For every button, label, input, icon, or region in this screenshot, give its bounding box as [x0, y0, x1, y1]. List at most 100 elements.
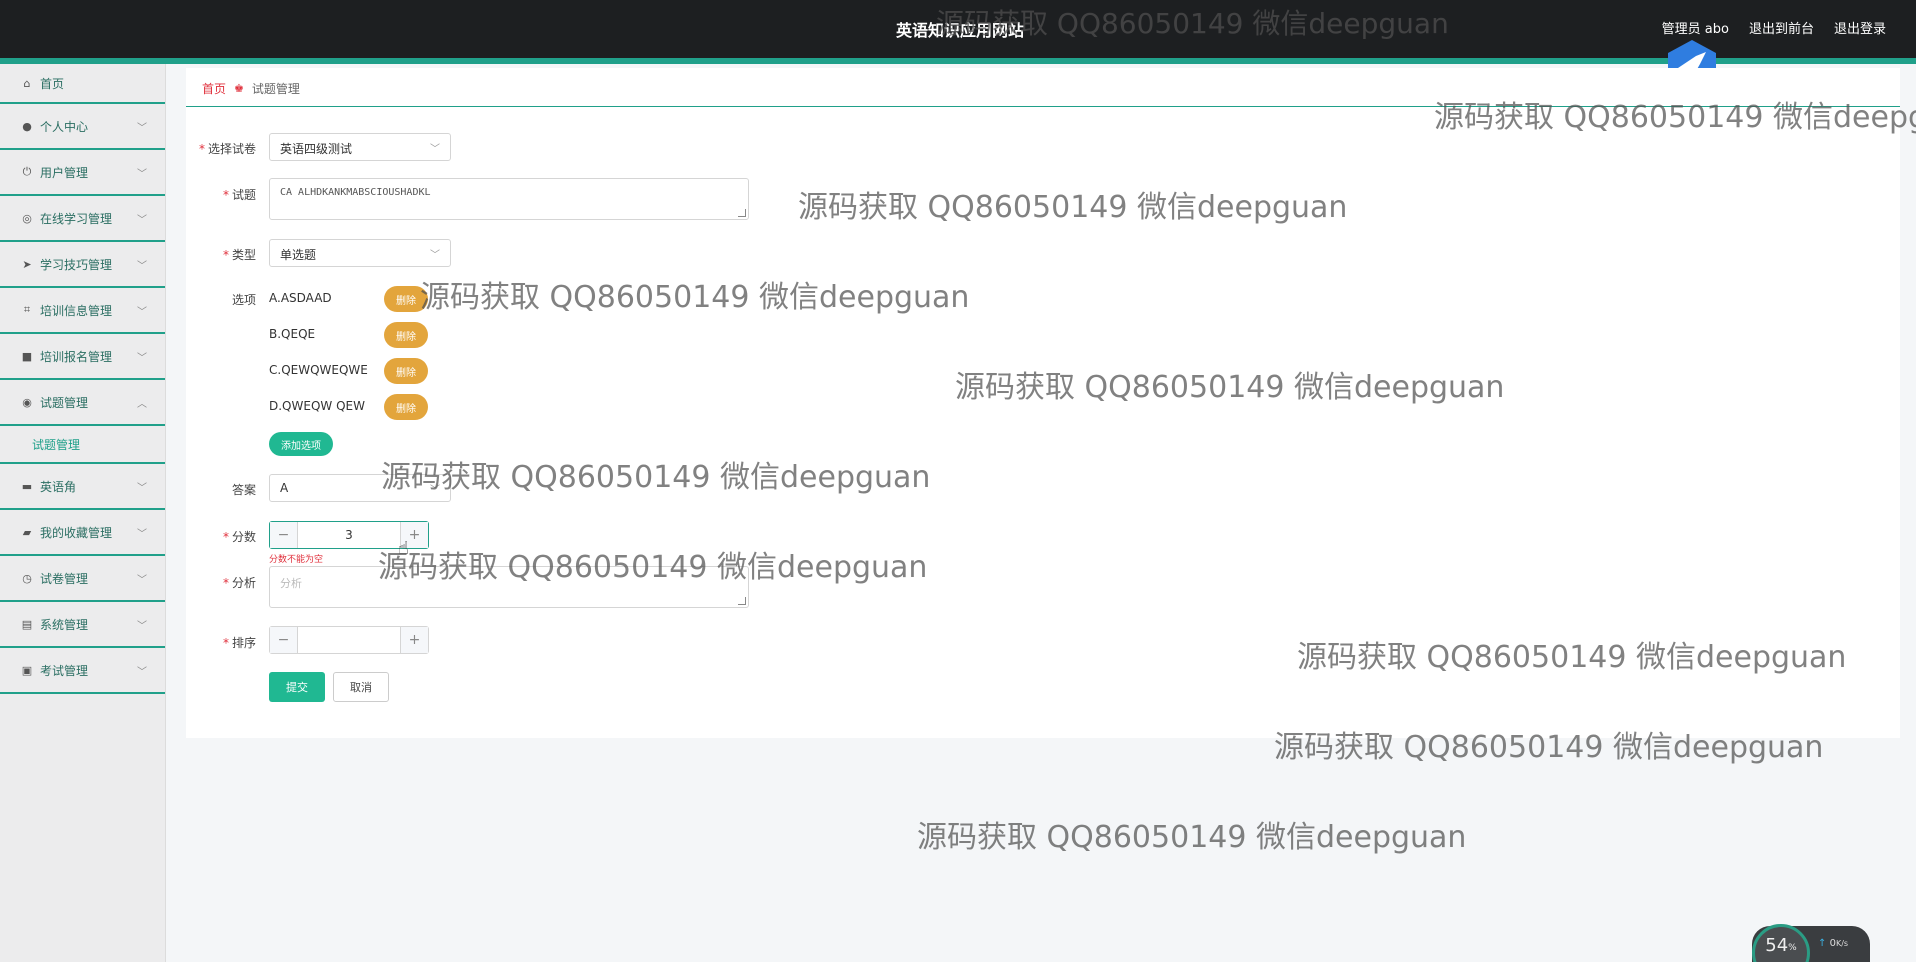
clipboard-icon: ▤	[21, 617, 33, 631]
delete-option-d-button[interactable]: 删除	[384, 394, 428, 420]
delete-option-a-button[interactable]: 删除	[384, 286, 428, 312]
sidebar-item-label: 培训信息管理	[40, 303, 113, 318]
bookmark-icon: ▰	[22, 525, 32, 539]
cancel-button[interactable]: 取消	[333, 672, 389, 702]
briefcase-icon: ▬	[21, 479, 33, 493]
sidebar-item-question-management[interactable]: ◉ 试题管理 ︿	[0, 380, 165, 426]
breadcrumb: 首页 ♚ 试题管理	[202, 80, 300, 97]
chevron-down-icon: ﹀	[137, 169, 147, 180]
sidebar-item-label: 培训报名管理	[40, 349, 113, 364]
clock-icon: ◷	[22, 571, 32, 585]
crop-icon: ⌗	[23, 303, 31, 316]
question-textarea[interactable]: CA ALHDKANKMABSCIOUSHADKL	[269, 178, 749, 220]
option-text-c: C.QEWQWEQWE	[269, 363, 368, 377]
option-text-a: A.ASDAAD	[269, 291, 332, 305]
sidebar-item-training-info[interactable]: ⌗ 培训信息管理 ﹀	[0, 288, 165, 334]
breadcrumb-divider	[186, 106, 1900, 107]
sidebar-item-favorites[interactable]: ▰ 我的收藏管理 ﹀	[0, 510, 165, 556]
delete-option-b-button[interactable]: 删除	[384, 322, 428, 348]
analysis-textarea[interactable]: 分析	[269, 566, 749, 608]
chevron-down-icon: ﹀	[137, 123, 147, 134]
order-stepper: − +	[269, 626, 429, 654]
compass-icon: ◎	[22, 211, 32, 225]
sidebar: ⌂ 首页 ● 个人中心 ﹀ ⏻ 用户管理 ﹀ ◎ 在线学习管理 ﹀ ➤ 学习技巧…	[0, 64, 166, 962]
chevron-up-icon: ︿	[137, 399, 147, 410]
hand-cursor-icon: ☝	[398, 538, 409, 559]
sidebar-subitem-question-management[interactable]: 试题管理	[0, 426, 165, 464]
exit-to-front-link[interactable]: 退出到前台	[1749, 18, 1814, 37]
score-field-label: * 分数	[222, 530, 256, 544]
breadcrumb-separator-icon: ♚	[234, 82, 244, 95]
sidebar-item-learning-tips[interactable]: ➤ 学习技巧管理 ﹀	[0, 242, 165, 288]
options-field-label: 选项	[231, 293, 256, 307]
option-text-b: B.QEQE	[269, 327, 316, 341]
sidebar-item-label: 考试管理	[40, 663, 89, 678]
score-error-message: 分数不能为空	[269, 555, 324, 565]
chevron-down-icon: ﹀	[137, 307, 147, 318]
sidebar-item-label: 在线学习管理	[40, 211, 113, 226]
sidebar-item-home[interactable]: ⌂ 首页	[0, 64, 165, 104]
chevron-down-icon: ﹀	[137, 353, 147, 364]
chevron-down-icon: ﹀	[430, 485, 440, 496]
sidebar-item-exam-management[interactable]: ▣ 考试管理 ﹀	[0, 648, 165, 694]
sidebar-item-system-management[interactable]: ▤ 系统管理 ﹀	[0, 602, 165, 648]
sidebar-item-label: 首页	[40, 76, 65, 91]
answer-select[interactable]: A ﹀	[269, 474, 451, 502]
order-field-label: * 排序	[222, 636, 256, 650]
main-panel: 首页 ♚ 试题管理 * 选择试卷 英语四级测试 ﹀ * 试题 CA ALHDKANK…	[186, 68, 1900, 738]
sidebar-item-online-learning[interactable]: ◎ 在线学习管理 ﹀	[0, 196, 165, 242]
resize-handle-icon[interactable]	[738, 597, 746, 605]
chevron-down-icon: ﹀	[430, 250, 440, 261]
chevron-down-icon: ﹀	[430, 144, 440, 155]
sidebar-item-label: 试卷管理	[40, 571, 89, 586]
site-title: 英语知识应用网站	[896, 21, 1025, 40]
chevron-down-icon: ﹀	[137, 261, 147, 272]
logout-link[interactable]: 退出登录	[1834, 18, 1886, 37]
sidebar-item-label: 个人中心	[40, 119, 89, 134]
paper-select[interactable]: 英语四级测试 ﹀	[269, 133, 451, 161]
score-decrement-button[interactable]: −	[270, 522, 298, 548]
top-bar: 英语知识应用网站 管理员 abo 退出到前台 退出登录	[0, 0, 1916, 58]
sidebar-item-user-management[interactable]: ⏻ 用户管理 ﹀	[0, 150, 165, 196]
score-input[interactable]: 3	[298, 522, 400, 548]
delete-option-c-button[interactable]: 删除	[384, 358, 428, 384]
upload-arrow-icon: ↑	[1818, 938, 1827, 949]
chevron-down-icon: ﹀	[137, 575, 147, 586]
chat-icon: ■	[21, 349, 33, 363]
question-field-label: * 试题	[222, 188, 256, 202]
top-bar-accent-line	[0, 58, 1916, 64]
send-icon: ➤	[22, 257, 32, 271]
submit-button[interactable]: 提交	[269, 672, 325, 702]
resize-handle-icon[interactable]	[738, 209, 746, 217]
sidebar-item-personal-center[interactable]: ● 个人中心 ﹀	[0, 104, 165, 150]
chevron-down-icon: ﹀	[137, 621, 147, 632]
chevron-down-icon: ﹀	[137, 667, 147, 678]
sidebar-item-label: 用户管理	[40, 165, 89, 180]
chevron-down-icon: ﹀	[137, 529, 147, 540]
chevron-down-icon: ﹀	[137, 483, 147, 494]
sidebar-item-paper-management[interactable]: ◷ 试卷管理 ﹀	[0, 556, 165, 602]
user-icon: ●	[22, 119, 32, 133]
answer-field-label: 答案	[231, 483, 256, 497]
type-select[interactable]: 单选题 ﹀	[269, 239, 451, 267]
order-increment-button[interactable]: +	[400, 627, 428, 653]
paper-field-label: * 选择试卷	[198, 142, 256, 156]
breadcrumb-home-link[interactable]: 首页	[202, 80, 226, 97]
type-field-label: * 类型	[222, 248, 256, 262]
current-user-label: 管理员 abo	[1661, 22, 1729, 37]
sidebar-item-label: 学习技巧管理	[40, 257, 113, 272]
order-input[interactable]	[298, 627, 400, 653]
sidebar-subitem-label: 试题管理	[32, 437, 81, 452]
sidebar-item-english-corner[interactable]: ▬ 英语角 ﹀	[0, 464, 165, 510]
order-decrement-button[interactable]: −	[270, 627, 298, 653]
chevron-down-icon: ﹀	[137, 215, 147, 226]
watermark: 源码获取 QQ86050149 微信deepguan	[917, 820, 1467, 855]
add-option-button[interactable]: 添加选项	[269, 432, 333, 456]
network-speed-readout: ↑ 0K/s	[1818, 938, 1849, 949]
target-icon: ◉	[22, 395, 32, 409]
sidebar-item-label: 英语角	[40, 479, 77, 494]
home-icon: ⌂	[23, 76, 31, 90]
clipboard-check-icon: ▣	[21, 663, 33, 677]
sidebar-item-training-signup[interactable]: ■ 培训报名管理 ﹀	[0, 334, 165, 380]
option-text-d: D.QWEQW QEW	[269, 399, 365, 413]
